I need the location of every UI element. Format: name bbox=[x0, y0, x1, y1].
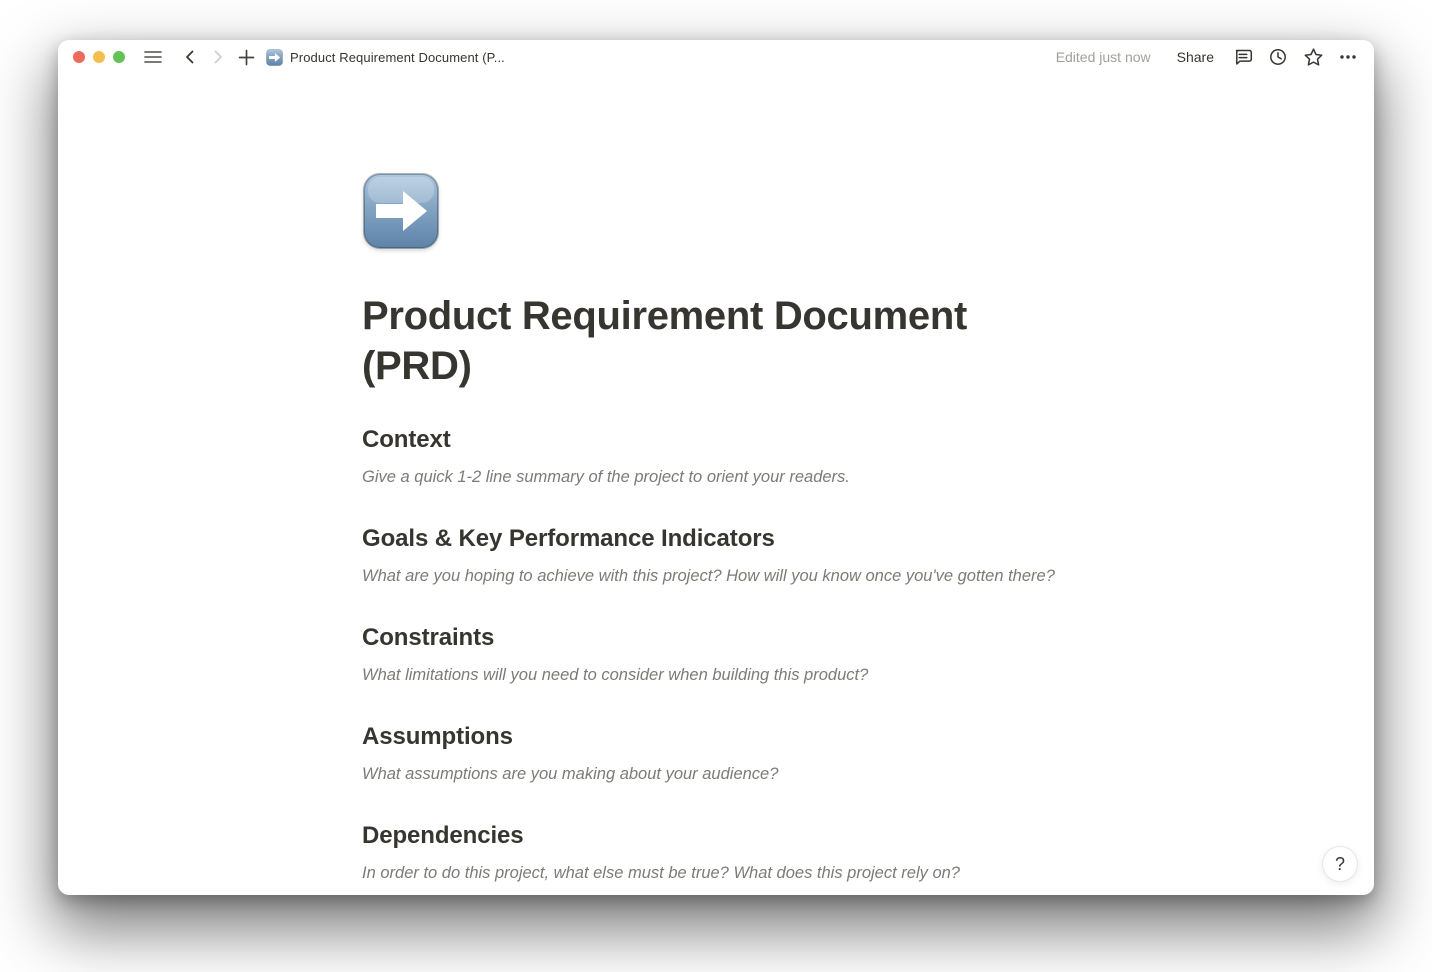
minimize-window-button[interactable] bbox=[93, 51, 105, 63]
section-constraints: Constraints What limitations will you ne… bbox=[362, 622, 1070, 688]
desktop-background: Product Requirement Document (P... Edite… bbox=[0, 0, 1432, 972]
section-dependencies: Dependencies In order to do this project… bbox=[362, 820, 1070, 886]
section-heading[interactable]: Dependencies bbox=[362, 820, 1070, 851]
help-button[interactable]: ? bbox=[1322, 846, 1358, 882]
tab-title: Product Requirement Document (P... bbox=[290, 50, 505, 65]
section-placeholder[interactable]: In order to do this project, what else m… bbox=[362, 861, 1070, 886]
section-heading[interactable]: Constraints bbox=[362, 622, 1070, 653]
section-assumptions: Assumptions What assumptions are you mak… bbox=[362, 721, 1070, 787]
star-icon[interactable] bbox=[1301, 45, 1325, 69]
notion-window: Product Requirement Document (P... Edite… bbox=[58, 40, 1374, 895]
section-placeholder[interactable]: What limitations will you need to consid… bbox=[362, 663, 1070, 688]
back-icon[interactable] bbox=[178, 45, 202, 69]
section-placeholder[interactable]: What assumptions are you making about yo… bbox=[362, 762, 1070, 787]
titlebar-actions: Edited just now Share bbox=[1056, 45, 1360, 69]
comment-icon[interactable] bbox=[1231, 45, 1255, 69]
history-icon[interactable] bbox=[1266, 45, 1290, 69]
plus-icon[interactable] bbox=[234, 45, 258, 69]
tab-current-page[interactable]: Product Requirement Document (P... bbox=[266, 49, 505, 66]
section-goals: Goals & Key Performance Indicators What … bbox=[362, 523, 1070, 589]
share-button[interactable]: Share bbox=[1171, 47, 1220, 67]
section-heading[interactable]: Assumptions bbox=[362, 721, 1070, 752]
arrow-right-emoji[interactable] bbox=[362, 172, 440, 250]
titlebar: Product Requirement Document (P... Edite… bbox=[58, 40, 1374, 74]
hamburger-icon[interactable] bbox=[141, 45, 165, 69]
forward-icon[interactable] bbox=[206, 45, 230, 69]
more-icon[interactable] bbox=[1336, 45, 1360, 69]
section-heading[interactable]: Context bbox=[362, 424, 1070, 455]
section-placeholder[interactable]: Give a quick 1-2 line summary of the pro… bbox=[362, 465, 1070, 490]
page-title[interactable]: Product Requirement Document (PRD) bbox=[362, 291, 1070, 391]
page-content: Product Requirement Document (PRD) Conte… bbox=[362, 74, 1070, 886]
nav-controls bbox=[178, 45, 258, 69]
section-heading[interactable]: Goals & Key Performance Indicators bbox=[362, 523, 1070, 554]
section-placeholder[interactable]: What are you hoping to achieve with this… bbox=[362, 564, 1070, 589]
zoom-window-button[interactable] bbox=[113, 51, 125, 63]
close-window-button[interactable] bbox=[73, 51, 85, 63]
traffic-lights bbox=[73, 51, 125, 63]
arrow-right-emoji-small bbox=[266, 49, 283, 66]
edited-status: Edited just now bbox=[1056, 49, 1151, 65]
page-body: Product Requirement Document (PRD) Conte… bbox=[58, 74, 1374, 895]
section-context: Context Give a quick 1-2 line summary of… bbox=[362, 424, 1070, 490]
